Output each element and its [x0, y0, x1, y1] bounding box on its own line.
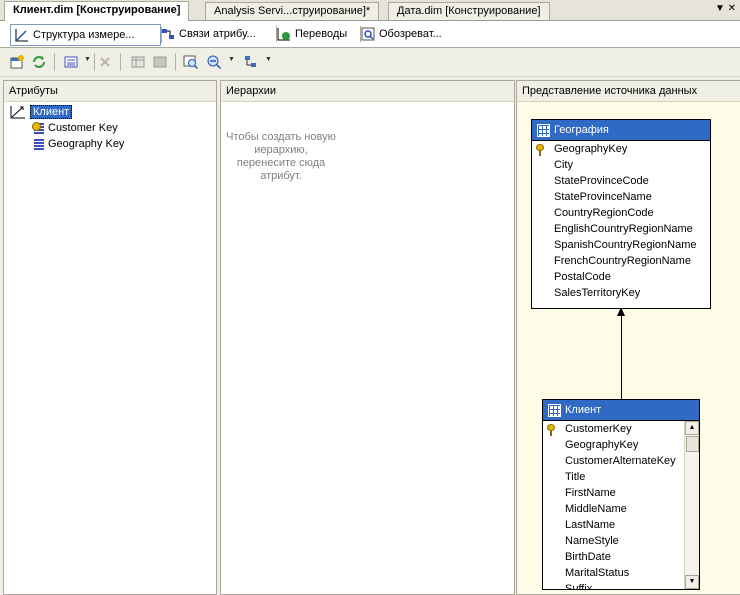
table-icon — [537, 124, 550, 137]
table-column[interactable]: FrenchCountryRegionName — [554, 253, 691, 269]
primary-key-icon — [536, 144, 545, 156]
doc-tab-analysis-services[interactable]: Analysis Servi...струирование]* — [205, 2, 380, 20]
doc-tab-client-dim[interactable]: Клиент.dim [Конструирование] — [4, 1, 190, 21]
add-table-icon[interactable] — [9, 54, 25, 70]
zoom-out-icon[interactable] — [206, 54, 222, 70]
tree-root-dimension[interactable]: Клиент — [10, 105, 73, 119]
tab-label: Связи атрибу... — [179, 28, 256, 40]
tab-label: Обозреват... — [379, 28, 442, 40]
zoom-fit-icon[interactable] — [183, 54, 199, 70]
table-column[interactable]: EnglishCountryRegionName — [554, 221, 693, 237]
scroll-thumb[interactable] — [686, 436, 699, 452]
tab-label: Переводы — [295, 28, 348, 40]
tab-browser[interactable]: Обозреват... — [357, 24, 457, 44]
browser-icon — [361, 27, 375, 41]
tree-item-geography-key[interactable]: Geography Key — [34, 138, 124, 150]
table-scrollbar[interactable]: ▲ ▼ — [684, 421, 699, 589]
hierarchies-pane[interactable]: Иерархии Чтобы создать новую иерархию, п… — [220, 80, 515, 595]
table-column[interactable]: Suffix — [565, 581, 592, 589]
refresh-icon[interactable] — [31, 54, 47, 70]
table-client[interactable]: Клиент CustomerKey GeographyKey Customer… — [542, 399, 700, 590]
table-column[interactable]: FirstName — [565, 485, 616, 501]
table-column[interactable]: PostalCode — [554, 269, 611, 285]
table-column[interactable]: MiddleName — [565, 501, 627, 517]
attributes-pane: Атрибуты Клиент Customer Key Geography K… — [3, 80, 217, 595]
scroll-down-button[interactable]: ▼ — [685, 575, 699, 589]
view-list-icon[interactable] — [63, 54, 79, 70]
table-column[interactable]: CountryRegionCode — [554, 205, 654, 221]
table-column[interactable]: City — [554, 157, 573, 173]
table-column[interactable]: CustomerAlternateKey — [565, 453, 676, 469]
table-icon — [548, 404, 561, 417]
dsv-pane-title: Представление источника данных — [517, 81, 740, 102]
dimension-icon — [10, 106, 25, 119]
table-title: География — [554, 124, 609, 136]
tab-label: Структура измере... — [33, 29, 135, 41]
key-attribute-icon — [32, 122, 44, 134]
chevron-down-icon[interactable]: ▼ — [265, 56, 272, 63]
delete-icon — [100, 57, 110, 67]
relationship-line[interactable] — [621, 314, 622, 400]
table-column[interactable]: CustomerKey — [565, 421, 632, 437]
attribute-relationships-icon — [162, 29, 174, 39]
chevron-down-icon[interactable]: ▼ — [228, 56, 235, 63]
designer-tab-strip: Структура измере... Связи атрибу... Пере… — [0, 21, 740, 48]
table-column[interactable]: LastName — [565, 517, 615, 533]
table-column[interactable]: BirthDate — [565, 549, 611, 565]
attributes-pane-title: Атрибуты — [4, 81, 216, 102]
table-column[interactable]: GeographyKey — [565, 437, 638, 453]
table-column[interactable]: SalesTerritoryKey — [554, 285, 640, 301]
doc-tab-date-dim[interactable]: Дата.dim [Конструирование] — [388, 2, 550, 20]
scroll-up-button[interactable]: ▲ — [685, 421, 699, 435]
table-geography[interactable]: География GeographyKey City StateProvinc… — [531, 119, 711, 309]
arrange-tables-icon[interactable] — [243, 54, 259, 70]
tree-root-label: Клиент — [30, 105, 73, 119]
tab-attribute-relationships[interactable]: Связи атрибу... — [157, 24, 277, 44]
table-column[interactable]: StateProvinceName — [554, 189, 652, 205]
window-controls[interactable]: ▼ ✕ — [715, 3, 736, 14]
grid-view-icon — [131, 56, 145, 68]
tab-translations[interactable]: Переводы — [273, 24, 361, 44]
table-column[interactable]: MaritalStatus — [565, 565, 629, 581]
tree-item-customer-key[interactable]: Customer Key — [32, 122, 118, 134]
toolbar: ▼ ▼ ▼ — [0, 48, 740, 77]
tree-item-label: Geography Key — [48, 138, 125, 150]
table-header[interactable]: Клиент — [543, 400, 699, 421]
tree-item-label: Customer Key — [48, 122, 118, 134]
table-title: Клиент — [565, 404, 602, 416]
show-table-icon — [153, 56, 167, 68]
translations-icon — [277, 28, 290, 41]
table-column[interactable]: GeographyKey — [554, 141, 627, 157]
table-header[interactable]: География — [532, 120, 710, 141]
table-column[interactable]: NameStyle — [565, 533, 619, 549]
table-column[interactable]: StateProvinceCode — [554, 173, 649, 189]
attribute-icon — [34, 138, 44, 150]
hierarchy-drop-hint: Чтобы создать новую иерархию, перенесите… — [226, 131, 336, 182]
hierarchies-pane-title: Иерархии — [221, 81, 514, 102]
table-column[interactable]: Title — [565, 469, 585, 485]
dimension-structure-icon — [15, 29, 28, 42]
primary-key-icon — [547, 424, 556, 436]
tab-dimension-structure[interactable]: Структура измере... — [10, 24, 162, 46]
table-column[interactable]: SpanishCountryRegionName — [554, 237, 696, 253]
chevron-down-icon[interactable]: ▼ — [84, 56, 91, 63]
document-tab-strip: Клиент.dim [Конструирование] Analysis Se… — [0, 0, 740, 21]
